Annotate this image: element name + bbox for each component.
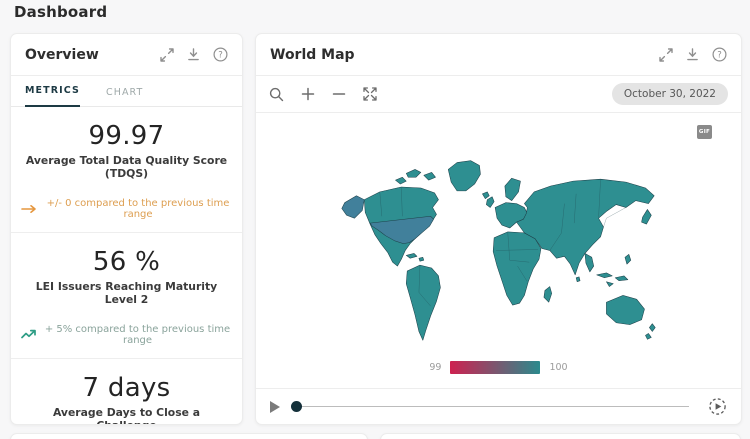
metric-delta-text: +/- 0 compared to the previous time rang…	[44, 198, 232, 220]
download-icon[interactable]	[187, 48, 200, 61]
metric-value: 7 days	[21, 373, 232, 403]
legend-gradient-bar	[450, 361, 540, 374]
legend-max: 100	[549, 362, 567, 373]
metric-challenge-days: 7 days Average Days to Close a Challenge…	[11, 358, 242, 425]
expand-icon[interactable]	[160, 48, 174, 62]
page-title: Dashboard	[14, 3, 107, 21]
metric-value: 56 %	[21, 247, 232, 277]
trend-up-icon	[21, 329, 37, 340]
overview-title: Overview	[25, 47, 160, 63]
gif-export-button[interactable]: GIF	[697, 125, 712, 139]
date-badge[interactable]: October 30, 2022	[612, 83, 728, 105]
expand-icon[interactable]	[659, 48, 673, 62]
metric-value: 99.97	[21, 121, 232, 151]
country-madagascar	[543, 287, 551, 303]
metric-tdqs: 99.97 Average Total Data Quality Score (…	[11, 107, 242, 232]
map-toolbar: October 30, 2022	[256, 76, 741, 113]
metric-label: Average Total Data Quality Score (TDQS)	[21, 154, 232, 181]
tab-metrics[interactable]: METRICS	[25, 76, 80, 107]
overview-tabs: METRICS CHART	[11, 76, 242, 107]
loop-icon[interactable]	[708, 397, 727, 416]
bottom-left-panel	[10, 433, 368, 439]
bottom-right-panel	[380, 433, 741, 439]
metric-label: LEI Issuers Reaching Maturity Level 2	[21, 280, 232, 307]
download-icon[interactable]	[686, 48, 699, 61]
country-japan	[641, 209, 651, 224]
country-alaska	[341, 196, 363, 218]
overview-panel-header: Overview ?	[11, 34, 242, 76]
metric-label: Average Days to Close a Challenge	[21, 406, 232, 425]
metric-delta: +/- 0 compared to the previous time rang…	[21, 198, 232, 220]
zoom-out-icon[interactable]	[332, 87, 346, 101]
metric-delta-text: + 5% compared to the previous time range	[43, 324, 232, 346]
map-panel-header: World Map ?	[256, 34, 741, 76]
country-uk	[486, 197, 494, 208]
world-map-title: World Map	[270, 47, 659, 63]
fullscreen-icon[interactable]	[363, 87, 377, 101]
legend-min: 99	[429, 362, 441, 373]
country-iceland	[482, 192, 489, 199]
slider-handle[interactable]	[291, 401, 302, 412]
map-canvas: GIF	[256, 113, 741, 388]
slider-track[interactable]	[302, 406, 689, 407]
timeline-player	[256, 388, 741, 424]
region-south-america	[406, 265, 440, 340]
metric-delta: + 5% compared to the previous time range	[21, 324, 232, 346]
overview-panel: Overview ? METRICS CHART 99.97 Average T…	[10, 33, 243, 425]
zoom-in-icon[interactable]	[301, 87, 315, 101]
tab-chart[interactable]: CHART	[106, 76, 144, 107]
map-legend: 99 100	[429, 361, 567, 374]
svg-text:?: ?	[717, 50, 722, 60]
trend-flat-icon	[21, 204, 38, 214]
search-icon[interactable]	[269, 87, 284, 102]
country-australia	[606, 295, 644, 324]
help-icon[interactable]: ?	[213, 47, 228, 62]
metric-maturity: 56 % LEI Issuers Reaching Maturity Level…	[11, 232, 242, 358]
timeline-slider[interactable]	[291, 401, 697, 412]
region-africa	[493, 232, 541, 305]
country-greenland	[448, 161, 480, 191]
world-map-panel: World Map ? October 30, 2022 GIF	[255, 33, 742, 425]
help-icon[interactable]: ?	[712, 47, 727, 62]
world-map-svg[interactable]	[333, 145, 665, 355]
play-icon[interactable]	[270, 401, 280, 413]
svg-text:?: ?	[218, 50, 223, 60]
